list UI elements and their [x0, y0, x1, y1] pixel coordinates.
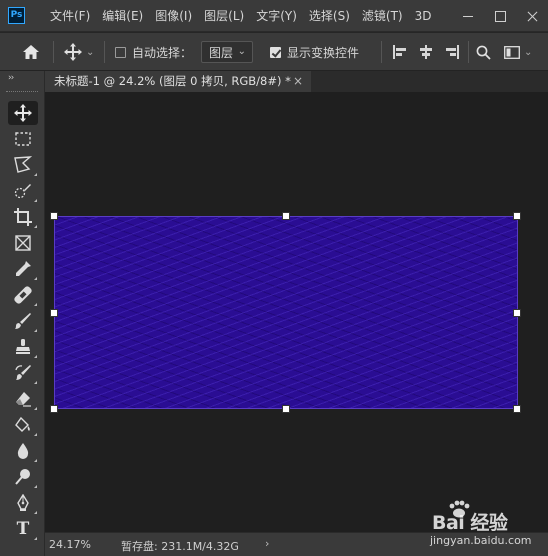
options-bar: ⌄ 自动选择： 图层 ⌄ 显示变换控件 ⌄ — [0, 33, 548, 71]
panel-collapse-icon[interactable]: ›› — [8, 73, 14, 83]
type-tool[interactable]: T — [8, 517, 38, 541]
marquee-tool[interactable] — [8, 127, 38, 151]
close-window-button[interactable] — [516, 0, 548, 32]
droplet-icon — [17, 443, 29, 459]
polygon-lasso-icon — [14, 156, 32, 173]
baidu-watermark: Bai 经验 jingyan.baidu.com — [420, 500, 548, 556]
layer-dropdown[interactable]: 图层 ⌄ — [201, 41, 253, 63]
home-icon[interactable] — [22, 33, 40, 71]
eyedropper-icon — [16, 261, 31, 276]
menu-type[interactable]: 文字(Y) — [250, 0, 303, 32]
show-transform-box[interactable] — [270, 46, 281, 58]
move-tool[interactable] — [8, 101, 38, 125]
frame-icon — [15, 235, 31, 251]
scratch-disk-info: 暂存盘: 231.1M/4.32G — [121, 540, 239, 553]
watermark-brand: Bai 经验 — [432, 512, 508, 534]
search-icon[interactable] — [476, 33, 491, 71]
quick-select-icon — [14, 184, 31, 199]
window-controls — [452, 0, 548, 32]
type-icon: T — [16, 519, 30, 539]
transform-handle-bottom-right[interactable] — [513, 405, 521, 413]
paint-bucket-tool[interactable] — [8, 413, 38, 437]
move-icon — [64, 43, 82, 61]
menu-layer[interactable]: 图层(L) — [198, 0, 250, 32]
history-brush-tool[interactable] — [8, 361, 38, 385]
crop-icon — [14, 208, 32, 226]
chevron-down-icon: ⌄ — [237, 46, 246, 57]
transform-handle-top-right[interactable] — [513, 212, 521, 220]
menu-select[interactable]: 选择(S) — [303, 0, 356, 32]
close-tab-icon[interactable]: × — [293, 75, 305, 87]
lasso-tool[interactable] — [8, 153, 38, 177]
align-left-icon[interactable] — [393, 33, 407, 71]
canvas-area[interactable] — [45, 92, 548, 532]
transform-handle-bottom-center[interactable] — [282, 405, 290, 413]
crop-tool[interactable] — [8, 205, 38, 229]
separator — [381, 41, 382, 63]
transform-handle-top-left[interactable] — [50, 212, 58, 220]
menu-edit[interactable]: 编辑(E) — [96, 0, 149, 32]
separator — [468, 41, 469, 63]
dropdown-value: 图层 — [209, 45, 234, 60]
quick-select-tool[interactable] — [8, 179, 38, 203]
align-right-icon[interactable] — [445, 33, 459, 71]
show-transform-checkbox[interactable]: 显示变换控件 — [270, 33, 359, 71]
target-select[interactable]: 图层 ⌄ — [201, 33, 253, 71]
maximize-button[interactable] — [484, 0, 516, 32]
move-icon — [14, 104, 32, 122]
tools-panel: ›› T — [0, 71, 45, 556]
healing-tool[interactable] — [8, 283, 38, 307]
history-brush-icon — [15, 365, 31, 380]
document-tab-bar: 未标题-1 @ 24.2% (图层 0 拷贝, RGB/8#) * × — [45, 71, 548, 92]
transform-handle-middle-right[interactable] — [513, 309, 521, 317]
eyedropper-tool[interactable] — [8, 257, 38, 281]
pen-tool[interactable] — [8, 491, 38, 515]
menu-items: 文件(F) 编辑(E) 图像(I) 图层(L) 文字(Y) 选择(S) 滤镜(T… — [44, 0, 437, 32]
menu-image[interactable]: 图像(I) — [149, 0, 198, 32]
separator — [53, 41, 54, 63]
transform-handle-top-center[interactable] — [282, 212, 290, 220]
minimize-button[interactable] — [452, 0, 484, 32]
brush-tool[interactable] — [8, 309, 38, 333]
brush-icon — [15, 313, 31, 329]
chevron-down-icon: ⌄ — [524, 46, 533, 58]
frame-tool[interactable] — [8, 231, 38, 255]
auto-select-label: 自动选择： — [132, 45, 193, 60]
show-transform-label: 显示变换控件 — [287, 45, 360, 60]
panel-grip[interactable] — [6, 91, 38, 94]
clone-stamp-icon — [16, 339, 30, 354]
menu-file[interactable]: 文件(F) — [44, 0, 96, 32]
document-canvas[interactable] — [54, 216, 518, 409]
eraser-icon — [16, 392, 31, 407]
dodge-tool[interactable] — [8, 465, 38, 489]
eraser-tool[interactable] — [8, 387, 38, 411]
pen-icon — [17, 494, 29, 511]
stamp-tool[interactable] — [8, 335, 38, 359]
watermark-url: jingyan.baidu.com — [430, 534, 532, 547]
menu-filter[interactable]: 滤镜(T) — [356, 0, 409, 32]
rect-marquee-icon — [15, 132, 31, 146]
bandage-icon — [14, 286, 32, 304]
menu-bar: Ps 文件(F) 编辑(E) 图像(I) 图层(L) 文字(Y) 选择(S) 滤… — [0, 0, 548, 32]
paint-bucket-icon — [15, 416, 30, 432]
status-menu-arrow[interactable]: › — [265, 537, 269, 550]
move-tool-preset[interactable]: ⌄ — [64, 33, 94, 71]
menu-3d[interactable]: 3D — [409, 0, 438, 32]
chevron-down-icon: ⌄ — [86, 46, 95, 58]
document-tab-title: 未标题-1 @ 24.2% (图层 0 拷贝, RGB/8#) * — [54, 74, 291, 88]
zoom-level[interactable]: 24.17% — [49, 538, 91, 551]
dodge-icon — [15, 469, 30, 485]
transform-handle-bottom-left[interactable] — [50, 405, 58, 413]
photoshop-logo: Ps — [8, 7, 25, 24]
blur-tool[interactable] — [8, 439, 38, 463]
align-center-icon[interactable] — [419, 33, 433, 71]
texture-pattern — [55, 217, 517, 408]
separator — [104, 41, 105, 63]
auto-select-checkbox[interactable]: 自动选择： — [115, 33, 192, 71]
workspace-icon[interactable]: ⌄ — [504, 33, 532, 71]
auto-select-box[interactable] — [115, 46, 126, 58]
transform-handle-middle-left[interactable] — [50, 309, 58, 317]
document-tab[interactable]: 未标题-1 @ 24.2% (图层 0 拷贝, RGB/8#) * — [45, 71, 311, 92]
